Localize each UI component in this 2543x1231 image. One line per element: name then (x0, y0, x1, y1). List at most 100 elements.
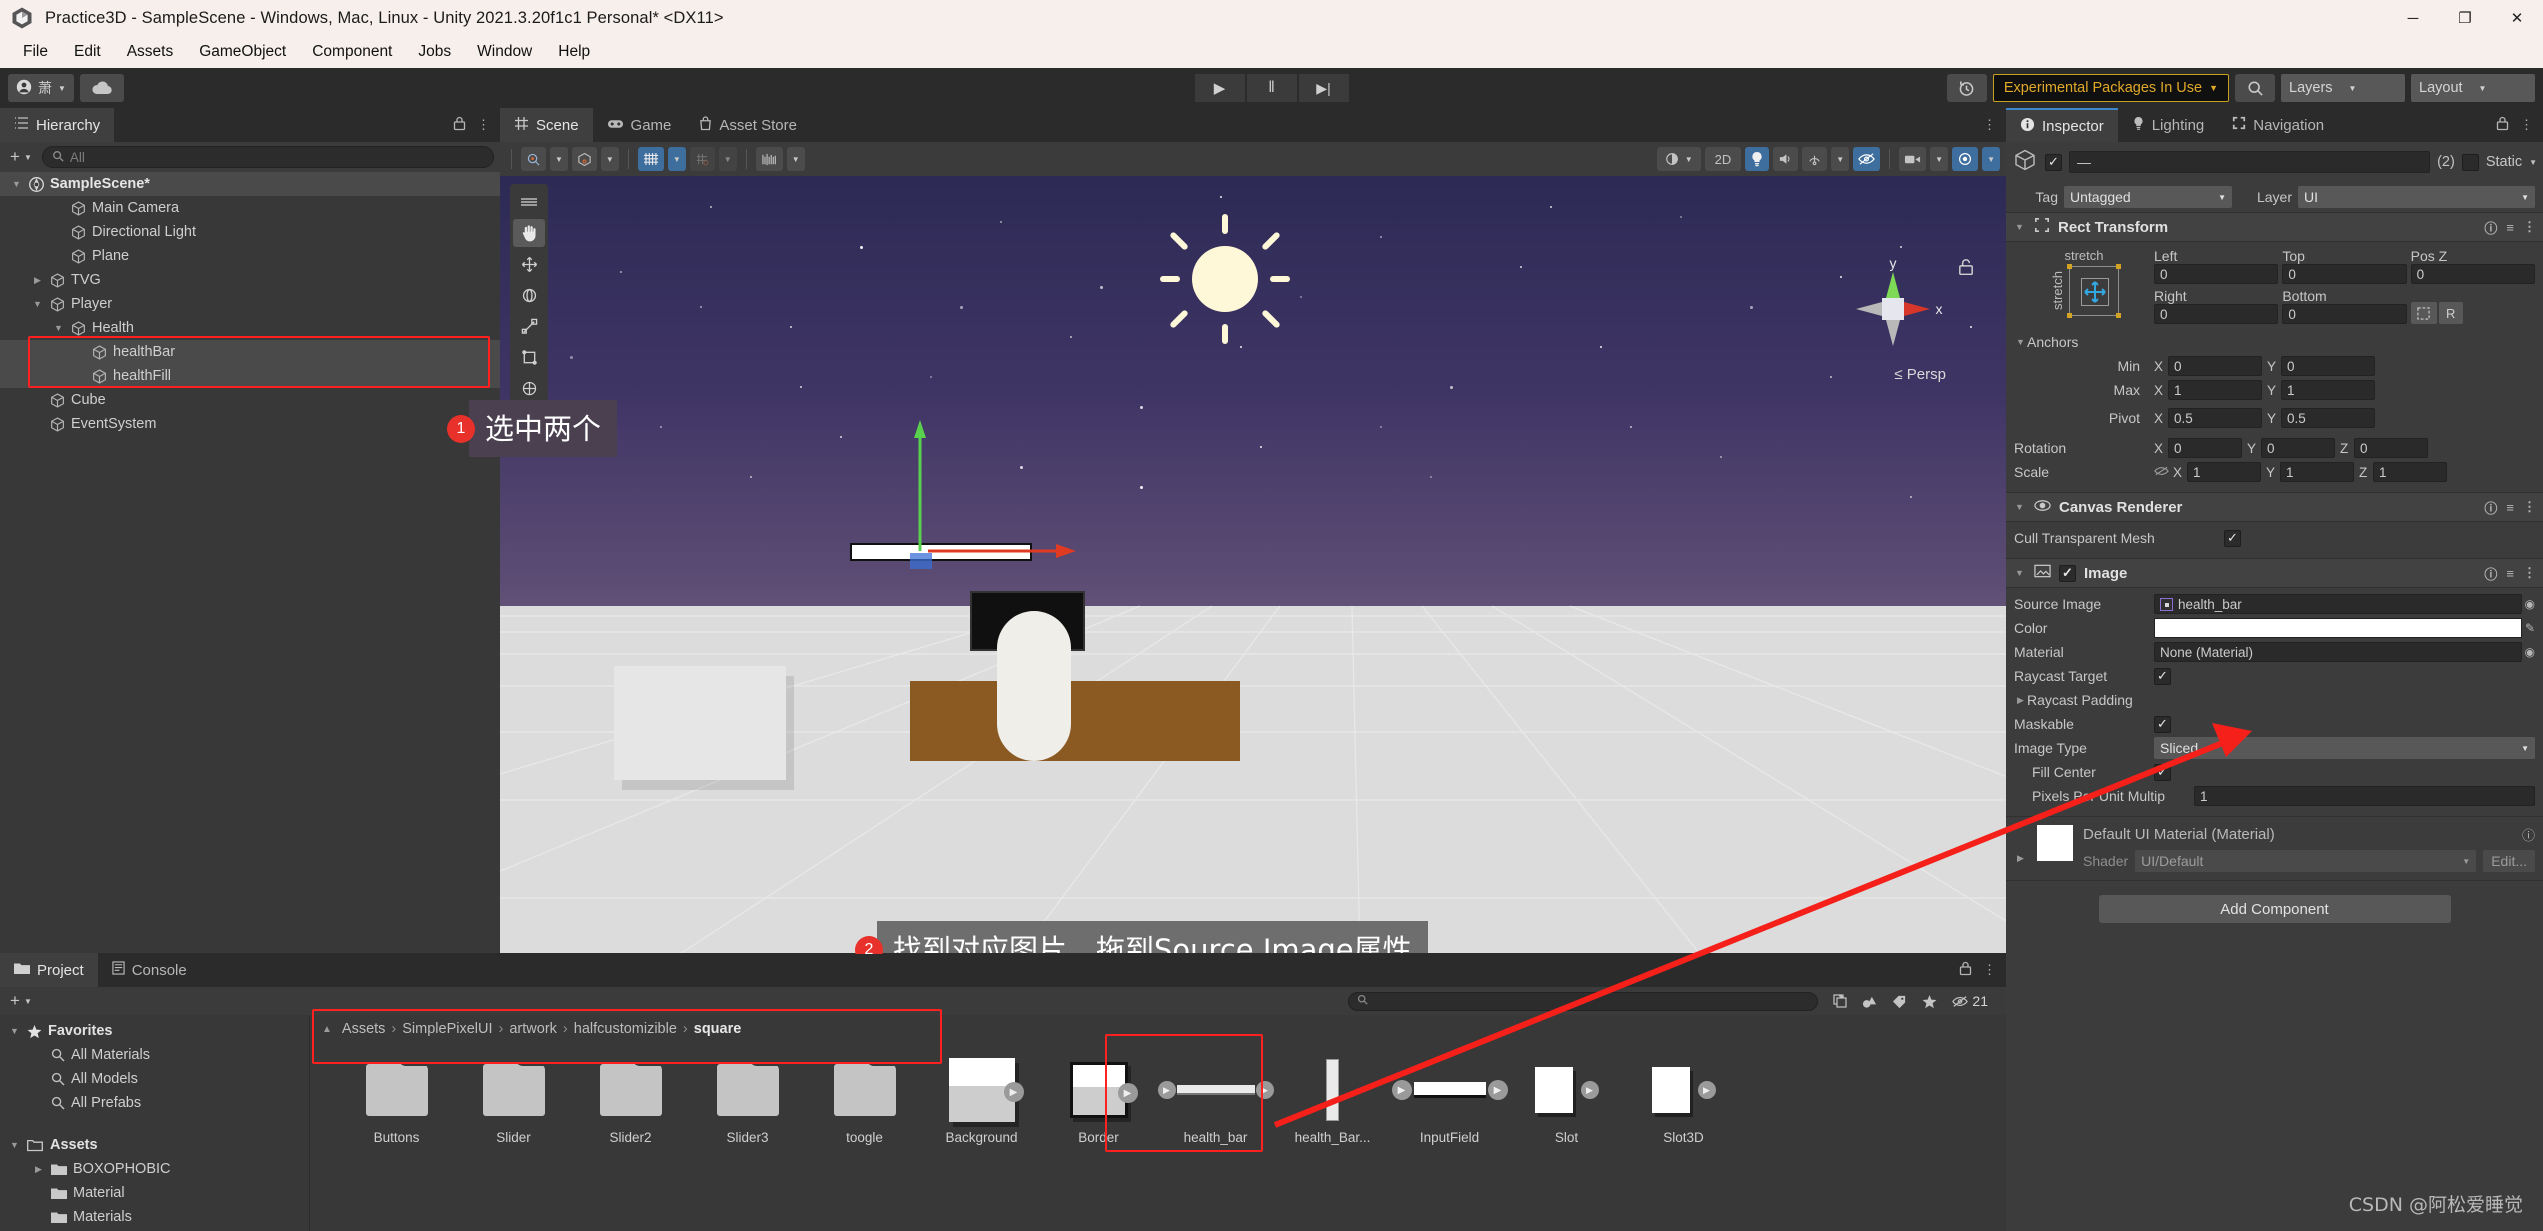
chevron-right-icon[interactable]: ▶ (2014, 695, 2027, 706)
asset-filter-icon[interactable] (1854, 990, 1884, 1012)
object-picker-icon[interactable]: ◉ (2525, 597, 2535, 611)
raycast-target-checkbox[interactable]: ✓ (2154, 667, 2171, 685)
posz-field[interactable]: 0 (2410, 264, 2535, 284)
hierarchy-row-directionallight[interactable]: Directional Light (0, 220, 500, 244)
preset-icon[interactable]: ≡ (2506, 220, 2514, 235)
breadcrumb-scroll-arrow[interactable]: ▲ (322, 1024, 332, 1035)
object-picker-icon[interactable]: ◉ (2525, 645, 2535, 659)
play-button[interactable]: ▶ (1194, 74, 1245, 102)
chevron-down-icon[interactable]: ▼ (52, 323, 65, 333)
asset-item-health_bar[interactable]: ▶ ▶ health_bar (1157, 1057, 1274, 1145)
audio-toggle-button[interactable] (1773, 147, 1799, 171)
hierarchy-row-cube[interactable]: Cube (0, 388, 500, 412)
breadcrumb-item-halfcustomizible[interactable]: halfcustomizible (574, 1021, 677, 1037)
transform-tool-button[interactable] (513, 374, 545, 402)
rotation-y-field[interactable]: 0 (2261, 438, 2335, 458)
pause-button[interactable]: ‖ (1246, 74, 1297, 102)
tab-project[interactable]: Project (0, 953, 98, 987)
scale-y-field[interactable]: 1 (2280, 462, 2354, 482)
grid-toggle-button[interactable] (637, 147, 664, 171)
scale-z-field[interactable]: 1 (2373, 462, 2447, 482)
asset-item-slider3[interactable]: Slider3 (689, 1057, 806, 1145)
grid-dropdown[interactable]: ▼ (667, 147, 686, 171)
gizmos-dropdown[interactable]: ▼ (1982, 147, 2000, 171)
tab-lighting[interactable]: Lighting (2117, 108, 2219, 142)
component-menu-icon[interactable]: ⋮ (2523, 219, 2536, 235)
help-icon[interactable]: ⓘ (2484, 218, 2497, 237)
chevron-down-icon[interactable]: ▼ (2014, 337, 2027, 347)
snap-dropdown[interactable]: ▼ (718, 147, 737, 171)
label-filter-icon[interactable] (1884, 990, 1914, 1012)
hand-tool-button[interactable] (513, 219, 545, 247)
add-component-button[interactable]: Add Component (2098, 895, 2451, 923)
scene-visibility-toggle[interactable] (1853, 147, 1881, 171)
scale-x-field[interactable]: 1 (2187, 462, 2261, 482)
tab-navigation[interactable]: Navigation (2218, 108, 2339, 142)
scene-viewport[interactable]: y x ≤ Persp 2 找到对应图片，拖到Source Image属性 (500, 176, 2006, 954)
snap-button[interactable] (689, 147, 715, 171)
camera-settings-dropdown[interactable]: ▼ (1930, 147, 1949, 171)
project-tree-item-boxophobic[interactable]: ▶ BOXOPHOBIC (0, 1157, 309, 1181)
chevron-down-icon[interactable]: ▼ (8, 1140, 21, 1150)
tab-inspector[interactable]: Inspector (2006, 108, 2118, 142)
project-add-button[interactable]: + ▼ (6, 991, 36, 1011)
chevron-down-icon[interactable]: ▼ (2013, 568, 2026, 578)
project-tree-item-allmodels[interactable]: All Models (0, 1067, 309, 1091)
component-menu-icon[interactable]: ⋮ (2523, 499, 2536, 515)
menu-component[interactable]: Component (299, 40, 405, 64)
experimental-packages-badge[interactable]: Experimental Packages In Use ▼ (1992, 74, 2229, 102)
top-field[interactable]: 0 (2282, 264, 2407, 284)
anchor-min-x-field[interactable]: 0 (2168, 356, 2262, 376)
pixels-per-unit-field[interactable]: 1 (2194, 786, 2535, 806)
move-tool-button[interactable] (513, 250, 545, 278)
favorite-icon[interactable] (1914, 990, 1944, 1012)
preset-icon[interactable]: ≡ (2506, 566, 2514, 581)
shader-dropdown[interactable]: UI/Default ▼ (2135, 850, 2477, 872)
gameobject-enabled-checkbox[interactable]: ✓ (2045, 153, 2062, 171)
hierarchy-row-eventsystem[interactable]: EventSystem (0, 412, 500, 436)
chevron-right-icon[interactable]: ▶ (32, 1164, 45, 1175)
hierarchy-row-plane[interactable]: Plane (0, 244, 500, 268)
tab-asset-store[interactable]: Asset Store (685, 108, 811, 142)
tab-scene[interactable]: Scene (500, 108, 593, 142)
lighting-toggle-button[interactable] (1745, 147, 1770, 171)
draw-mode-dropdown[interactable]: ▼ (600, 147, 619, 171)
asset-item-slider[interactable]: Slider (455, 1057, 572, 1145)
draw-mode-button[interactable] (571, 147, 597, 171)
anchor-preset-button[interactable] (2066, 264, 2121, 318)
lock-icon[interactable] (1959, 961, 1972, 979)
help-icon[interactable]: ⓘ (2484, 498, 2497, 517)
project-tree-item-assets[interactable]: ▼ Assets (0, 1133, 309, 1157)
static-checkbox[interactable] (2461, 153, 2479, 171)
anchor-max-x-field[interactable]: 1 (2168, 380, 2262, 400)
breadcrumb-item-assets[interactable]: Assets (342, 1021, 386, 1037)
scene-orientation-gizmo[interactable]: y x (1838, 254, 1948, 364)
pivot-x-field[interactable]: 0.5 (2168, 408, 2262, 428)
project-tree-item-material[interactable]: Material (0, 1181, 309, 1205)
shading-mode-dropdown[interactable]: ▼ (550, 147, 568, 171)
hidden-assets-counter[interactable]: 21 (1944, 993, 1996, 1009)
hierarchy-add-button[interactable]: + ▼ (6, 147, 36, 167)
left-field[interactable]: 0 (2154, 264, 2279, 284)
menu-gameobject[interactable]: GameObject (186, 40, 299, 64)
layer-dropdown[interactable]: UI ▼ (2298, 186, 2535, 208)
preset-icon[interactable]: ≡ (2506, 500, 2514, 515)
asset-item-background[interactable]: ▶ Background (923, 1057, 1040, 1145)
gizmos-toggle-button[interactable] (1952, 147, 1979, 171)
hierarchy-row-tvg[interactable]: ▶ TVG (0, 268, 500, 292)
rotation-x-field[interactable]: 0 (2168, 438, 2242, 458)
project-tree-item-materials[interactable]: Materials (0, 1205, 309, 1229)
image-type-dropdown[interactable]: Sliced ▼ (2154, 737, 2535, 759)
cull-transparent-mesh-checkbox[interactable]: ✓ (2224, 529, 2241, 547)
gameobject-name-field[interactable]: — (2069, 151, 2431, 173)
anchor-min-y-field[interactable]: 0 (2281, 356, 2375, 376)
tab-game[interactable]: Game (592, 108, 686, 142)
chevron-right-icon[interactable]: ▶ (31, 275, 44, 286)
menu-file[interactable]: File (10, 40, 61, 64)
shading-mode-button[interactable] (521, 147, 546, 171)
hierarchy-row-maincamera[interactable]: Main Camera (0, 196, 500, 220)
menu-edit[interactable]: Edit (61, 40, 114, 64)
help-icon[interactable]: ⓘ (2484, 564, 2497, 583)
rotation-z-field[interactable]: 0 (2354, 438, 2428, 458)
blueprint-mode-button[interactable] (2410, 302, 2437, 324)
